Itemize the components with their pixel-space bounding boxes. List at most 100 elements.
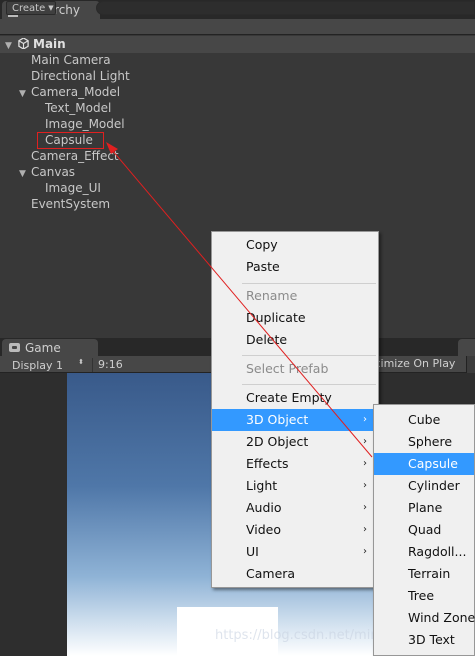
menu-item-select-prefab: Select Prefab <box>212 358 378 380</box>
hierarchy-item-label: EventSystem <box>31 197 111 211</box>
hierarchy-item-directional-light[interactable]: Directional Light <box>31 68 130 84</box>
hierarchy-item-label: Image_Model <box>45 117 125 131</box>
menu-item-delete[interactable]: Delete <box>212 329 378 351</box>
menu-item-label: 3D Object <box>246 412 309 427</box>
aspect-label: 9:16 <box>98 358 123 371</box>
submenu-item-cube[interactable]: Cube <box>374 409 474 431</box>
display-dropdown[interactable]: Display 1 ⬍ <box>6 358 86 372</box>
annotation-highlight-box <box>37 132 104 149</box>
menu-item-paste[interactable]: Paste <box>212 256 378 278</box>
menu-item-light[interactable]: Light › <box>212 475 378 497</box>
menu-item-label: Audio <box>246 500 282 515</box>
hierarchy-item-label: Camera_Model <box>31 85 121 99</box>
submenu-item-terrain[interactable]: Terrain <box>374 563 474 585</box>
submenu-item-tree[interactable]: Tree <box>374 585 474 607</box>
menu-item-label: Light <box>246 478 278 493</box>
hierarchy-item-eventsystem[interactable]: EventSystem <box>31 196 110 212</box>
submenu-item-sphere[interactable]: Sphere <box>374 431 474 453</box>
submenu-3d-object: Cube Sphere Capsule Cylinder Plane Quad … <box>373 404 475 656</box>
menu-item-label: Quad <box>408 522 442 537</box>
menu-item-label: Rename <box>246 288 298 303</box>
menu-item-2d-object[interactable]: 2D Object › <box>212 431 378 453</box>
menu-item-create-empty[interactable]: Create Empty <box>212 387 378 409</box>
hierarchy-item-label: Main Camera <box>31 53 111 67</box>
menu-item-audio[interactable]: Audio › <box>212 497 378 519</box>
menu-item-label: Delete <box>246 332 288 347</box>
expand-arrow-icon[interactable]: ▼ <box>19 86 29 102</box>
menu-item-label: Camera <box>246 566 296 581</box>
submenu-item-quad[interactable]: Quad <box>374 519 474 541</box>
hierarchy-toolbar <box>0 19 475 35</box>
hierarchy-item-image-ui[interactable]: Image_UI <box>45 180 101 196</box>
hierarchy-item-label: Camera_Effect <box>31 149 119 163</box>
hierarchy-item-label: Image_UI <box>45 181 101 195</box>
hierarchy-item-canvas[interactable]: ▼ Canvas <box>19 164 75 180</box>
submenu-item-wind-zone[interactable]: Wind Zone <box>374 607 475 629</box>
tab-game[interactable]: Game <box>2 339 98 356</box>
menu-item-video[interactable]: Video › <box>212 519 378 541</box>
context-menu: Copy Paste Rename Duplicate Delete Selec… <box>211 231 379 588</box>
submenu-arrow-icon: › <box>363 480 367 491</box>
maximize-on-play-label: ximize On Play <box>374 357 456 370</box>
submenu-item-cylinder[interactable]: Cylinder <box>374 475 474 497</box>
dropdown-caret-icon: ▼ <box>48 4 54 12</box>
menu-item-label: Paste <box>246 259 280 274</box>
menu-item-ui[interactable]: UI › <box>212 541 378 563</box>
menu-item-label: Sphere <box>408 434 453 449</box>
hierarchy-item-label: Canvas <box>31 165 76 179</box>
menu-item-label: 2D Object <box>246 434 309 449</box>
updown-caret-icon: ⬍ <box>78 358 84 366</box>
submenu-arrow-icon: › <box>363 414 367 425</box>
hierarchy-search-input[interactable] <box>96 1 475 15</box>
menu-item-label: Plane <box>408 500 443 515</box>
menu-item-label: Video <box>246 522 282 537</box>
scene-row-main[interactable]: ▼ Main <box>0 36 475 53</box>
hierarchy-item-camera-model[interactable]: ▼ Camera_Model <box>19 84 120 100</box>
hierarchy-item-label: Directional Light <box>31 69 130 83</box>
menu-item-label: Cube <box>408 412 441 427</box>
menu-separator <box>242 355 376 356</box>
submenu-item-3d-text[interactable]: 3D Text <box>374 629 474 651</box>
submenu-arrow-icon: › <box>363 524 367 535</box>
expand-arrow-icon[interactable]: ▼ <box>19 166 29 182</box>
submenu-arrow-icon: › <box>363 502 367 513</box>
aspect-ratio-dropdown[interactable]: 9:16 <box>92 358 132 372</box>
menu-item-label: Create Empty <box>246 390 332 405</box>
expand-arrow-icon[interactable]: ▼ <box>5 38 15 55</box>
menu-item-camera[interactable]: Camera <box>212 563 378 585</box>
submenu-arrow-icon: › <box>363 546 367 557</box>
menu-item-label: Duplicate <box>246 310 306 325</box>
menu-item-label: Ragdoll... <box>408 544 467 559</box>
display-label: Display 1 <box>12 358 64 372</box>
submenu-item-ragdoll[interactable]: Ragdoll... <box>374 541 474 563</box>
menu-item-label: Effects <box>246 456 289 471</box>
unity-scene-icon <box>18 38 29 49</box>
menu-item-effects[interactable]: Effects › <box>212 453 378 475</box>
menu-item-label: Wind Zone <box>408 610 475 625</box>
menu-item-copy[interactable]: Copy <box>212 234 378 256</box>
menu-item-label: Cylinder <box>408 478 460 493</box>
submenu-item-capsule[interactable]: Capsule <box>374 453 474 475</box>
menu-item-label: Tree <box>408 588 435 603</box>
menu-item-label: Copy <box>246 237 278 252</box>
submenu-arrow-icon: › <box>363 436 367 447</box>
menu-separator <box>242 384 376 385</box>
hierarchy-item-label: Text_Model <box>45 101 112 115</box>
create-dropdown-button[interactable]: Create ▼ <box>6 1 56 15</box>
game-controller-icon <box>9 343 20 352</box>
menu-item-3d-object[interactable]: 3D Object › <box>212 409 378 431</box>
tab-game-label: Game <box>25 340 61 355</box>
menu-separator <box>242 283 376 284</box>
hierarchy-item-main-camera[interactable]: Main Camera <box>31 52 111 68</box>
hierarchy-item-image-model[interactable]: Image_Model <box>45 116 125 132</box>
hierarchy-item-text-model[interactable]: Text_Model <box>45 100 111 116</box>
submenu-item-plane[interactable]: Plane <box>374 497 474 519</box>
create-label: Create <box>12 2 46 14</box>
tab-other[interactable] <box>458 339 475 356</box>
menu-item-label: Terrain <box>408 566 451 581</box>
menu-item-duplicate[interactable]: Duplicate <box>212 307 378 329</box>
hierarchy-item-camera-effect[interactable]: Camera_Effect <box>31 148 119 164</box>
menu-item-label: Select Prefab <box>246 361 329 376</box>
scene-name: Main <box>33 37 66 51</box>
maximize-on-play-toggle[interactable]: ximize On Play <box>374 357 464 371</box>
